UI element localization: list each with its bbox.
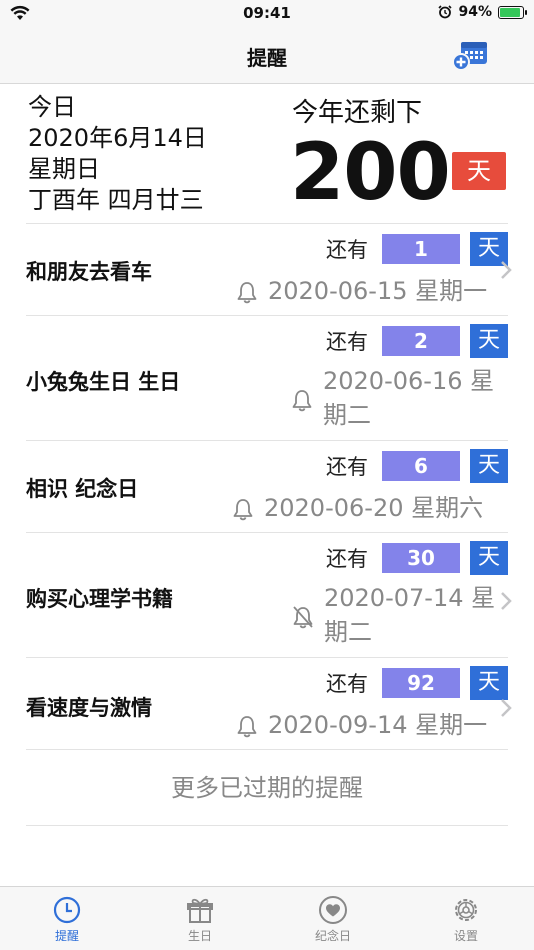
chevron-right-icon bbox=[501, 699, 512, 717]
today-lunar: 丁酉年 四月廿三 bbox=[28, 186, 204, 214]
battery-fill bbox=[500, 7, 520, 17]
days-left-label: 还有 bbox=[326, 672, 368, 696]
reminder-title: 相识 纪念日 bbox=[26, 477, 139, 501]
battery-percent: 94% bbox=[458, 4, 492, 20]
reminder-list: 和朋友去看车 还有 1 天 2020-06-15 星期一 小兔兔生日 生日 还有… bbox=[26, 224, 512, 750]
status-bar: 09:41 94% bbox=[0, 0, 534, 28]
reminder-row[interactable]: 小兔兔生日 生日 还有 2 天 2020-06-16 星期二 bbox=[26, 316, 508, 441]
alarm-icon bbox=[438, 5, 453, 19]
reminder-date: 2020-07-14 星期二 bbox=[324, 584, 496, 646]
bell-icon bbox=[292, 390, 312, 412]
heart-icon bbox=[319, 896, 347, 924]
days-left-count: 1 bbox=[382, 234, 460, 264]
tab-anniversaries[interactable]: 纪念日 bbox=[288, 895, 378, 944]
gift-icon bbox=[187, 898, 213, 923]
reminder-date: 2020-06-20 星期六 bbox=[264, 494, 484, 522]
days-left-label: 还有 bbox=[326, 455, 368, 479]
remain-label: 今年还剩下 bbox=[292, 98, 423, 128]
chevron-right-icon bbox=[501, 261, 512, 279]
days-left-count: 6 bbox=[382, 451, 460, 481]
nav-bar: 提醒 bbox=[0, 28, 534, 84]
reminder-row[interactable]: 和朋友去看车 还有 1 天 2020-06-15 星期一 bbox=[26, 224, 512, 316]
reminder-date: 2020-06-15 星期一 bbox=[268, 277, 488, 305]
today-label: 今日 bbox=[28, 93, 76, 121]
tab-bar: 提醒 生日 纪念日 设置 bbox=[0, 886, 534, 950]
bell-icon bbox=[237, 282, 257, 304]
remain-unit-badge: 天 bbox=[452, 152, 506, 190]
tab-label: 纪念日 bbox=[314, 929, 351, 943]
battery-icon bbox=[498, 5, 527, 19]
reminder-title: 看速度与激情 bbox=[26, 696, 152, 720]
days-unit-badge: 天 bbox=[470, 324, 508, 358]
days-unit-badge: 天 bbox=[470, 666, 508, 700]
tab-reminders[interactable]: 提醒 bbox=[22, 895, 112, 944]
reminder-row[interactable]: 购买心理学书籍 还有 30 天 2020-07-14 星期二 bbox=[26, 533, 512, 658]
reminder-date: 2020-09-14 星期一 bbox=[268, 711, 488, 739]
remain-days: 200 bbox=[290, 128, 451, 218]
reminder-title: 小兔兔生日 生日 bbox=[26, 370, 181, 394]
days-unit-badge: 天 bbox=[470, 449, 508, 483]
today-summary: 今日 2020年6月14日 星期日 丁酉年 四月廿三 今年还剩下 200 天 bbox=[26, 84, 508, 224]
reminder-date: 2020-06-16 星期二 bbox=[323, 367, 495, 429]
gear-icon bbox=[455, 899, 477, 921]
days-unit-badge: 天 bbox=[470, 541, 508, 575]
tab-birthdays[interactable]: 生日 bbox=[155, 895, 245, 944]
reminder-row[interactable]: 看速度与激情 还有 92 天 2020-09-14 星期一 bbox=[26, 658, 512, 750]
reminder-row[interactable]: 相识 纪念日 还有 6 天 2020-06-20 星期六 bbox=[26, 441, 508, 533]
add-calendar-icon[interactable] bbox=[452, 38, 490, 72]
days-left-count: 30 bbox=[382, 543, 460, 573]
days-left-count: 92 bbox=[382, 668, 460, 698]
expired-reminders-link[interactable]: 更多已过期的提醒 bbox=[26, 750, 508, 826]
days-left-label: 还有 bbox=[326, 547, 368, 571]
chevron-right-icon bbox=[501, 592, 512, 610]
tab-label: 生日 bbox=[187, 929, 212, 943]
clock-icon bbox=[53, 896, 81, 924]
days-left-label: 还有 bbox=[326, 330, 368, 354]
today-weekday: 星期日 bbox=[28, 155, 100, 183]
days-left-count: 2 bbox=[382, 326, 460, 356]
bell-icon bbox=[237, 716, 257, 738]
bell-icon bbox=[233, 499, 253, 521]
status-right: 94% bbox=[438, 4, 527, 20]
tab-settings[interactable]: 设置 bbox=[421, 895, 511, 944]
bell-off-icon bbox=[293, 606, 313, 629]
days-left-label: 还有 bbox=[326, 238, 368, 262]
tab-label: 提醒 bbox=[54, 929, 79, 943]
today-date: 2020年6月14日 bbox=[28, 124, 207, 152]
reminder-title: 购买心理学书籍 bbox=[26, 587, 173, 611]
today-info: 今日 2020年6月14日 星期日 丁酉年 四月廿三 bbox=[28, 92, 207, 216]
reminder-title: 和朋友去看车 bbox=[26, 260, 152, 284]
tab-label: 设置 bbox=[453, 929, 478, 943]
